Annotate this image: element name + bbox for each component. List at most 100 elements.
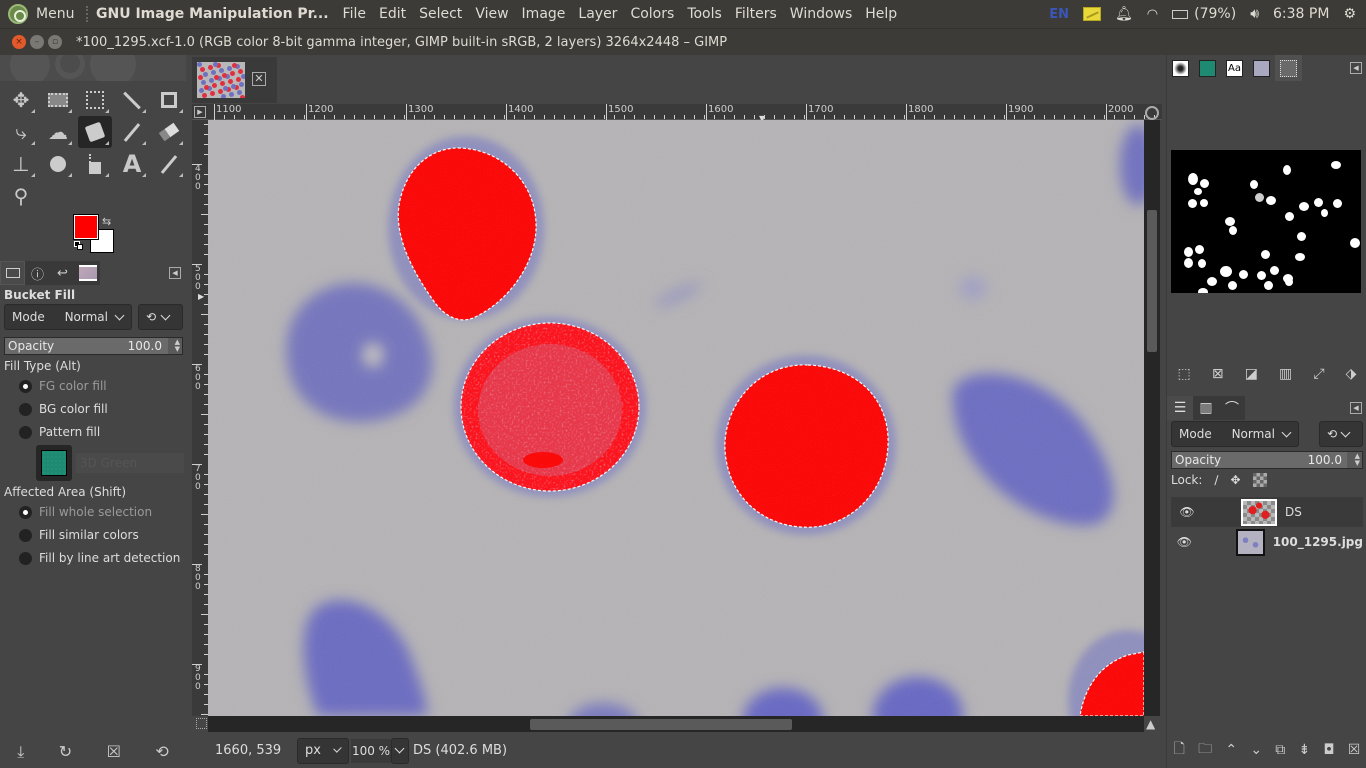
reset-mode-dropdown[interactable]: ⟲ [138, 304, 183, 330]
reset-options-icon[interactable]: ⟲ [155, 742, 168, 761]
tab-palettes[interactable] [1248, 55, 1275, 81]
tab-fonts[interactable]: Aa [1221, 55, 1248, 81]
clone-tool[interactable]: ⊥ [4, 148, 38, 180]
menu-file[interactable]: File [343, 6, 366, 22]
window-close-button[interactable]: × [12, 35, 26, 49]
merge-down-icon[interactable]: ⇟ [1299, 742, 1311, 758]
delete-layer-icon[interactable]: ☒ [1348, 742, 1361, 758]
quick-mask-toggle-icon[interactable]: ▶ [194, 106, 206, 118]
zoom-tool[interactable]: ⚲ [4, 180, 38, 212]
unified-transform-tool[interactable]: ⤷ [4, 116, 38, 148]
swap-colors-icon[interactable]: ⇆ [102, 215, 111, 228]
navigate-icon[interactable] [1145, 106, 1159, 120]
menu-layer[interactable]: Layer [578, 6, 617, 22]
rect-select-tool[interactable] [41, 84, 75, 116]
select-none-icon[interactable]: ⊠ [1212, 366, 1224, 382]
unit-dropdown[interactable]: px [297, 737, 349, 764]
default-colors-icon[interactable] [74, 241, 84, 251]
lock-pixels-icon[interactable]: ∕ [1214, 473, 1218, 487]
select-all-icon[interactable]: ⬚ [1178, 366, 1191, 382]
visibility-eye-icon[interactable]: 👁︎ [1175, 535, 1194, 549]
smudge-tool[interactable] [41, 148, 75, 180]
radio-fill-similar-colors[interactable]: Fill similar colors [19, 528, 139, 542]
menu-image[interactable]: Image [522, 6, 566, 22]
tab-channels[interactable]: ▥ [1193, 396, 1219, 420]
radio-fg-color-fill[interactable]: FG color fill [19, 379, 107, 393]
foreground-select-tool[interactable] [78, 84, 112, 116]
menu-help[interactable]: Help [865, 6, 897, 22]
menu-view[interactable]: View [475, 6, 508, 22]
vertical-scrollbar[interactable] [1144, 120, 1160, 716]
settings-gear-icon[interactable]: ⚙ [1343, 6, 1356, 22]
foreground-color-swatch[interactable] [73, 214, 99, 240]
paintbrush-tool[interactable] [115, 116, 149, 148]
menu-select[interactable]: Select [419, 6, 462, 22]
wifi-icon[interactable]: ◠ [1147, 7, 1158, 22]
tab-navigation[interactable] [1275, 55, 1302, 81]
stroke-selection-icon[interactable]: ⬗ [1346, 366, 1357, 382]
crop-tool[interactable] [152, 84, 186, 116]
restore-options-icon[interactable]: ↻ [59, 742, 72, 761]
horizontal-scrollbar-thumb[interactable] [530, 719, 792, 730]
vertical-scrollbar-thumb[interactable] [1147, 210, 1157, 352]
battery-icon[interactable] [1172, 9, 1189, 19]
system-menu-button[interactable]: Menu [0, 4, 82, 24]
notification-bell-icon[interactable]: 🔔︎ [1115, 6, 1133, 22]
dock-menu-button[interactable]: ◀ [169, 267, 181, 279]
layer-opacity-slider[interactable]: Opacity 100.0 ▲ ▼ [1171, 451, 1363, 469]
raise-layer-icon[interactable]: ⌃ [1225, 742, 1237, 758]
menu-colors[interactable]: Colors [630, 6, 674, 22]
horizontal-ruler[interactable]: ▶ 1100 1200 1300 1400 1500 1600 1700 180… [192, 104, 1162, 123]
tab-patterns[interactable] [1194, 55, 1221, 81]
radio-pattern-fill[interactable]: Pattern fill [19, 425, 100, 439]
radio-fill-line-art[interactable]: Fill by line art detection [19, 551, 180, 565]
menu-tools[interactable]: Tools [687, 6, 722, 22]
save-options-icon[interactable]: ⤓ [17, 742, 24, 762]
new-layer-group-icon[interactable]: 🗀︎ [1198, 738, 1212, 762]
eraser-tool[interactable] [152, 116, 186, 148]
zoom-level-field[interactable]: 100 % [351, 738, 391, 763]
tab-tool-options[interactable] [0, 261, 25, 285]
tab-images[interactable] [75, 261, 100, 285]
clock[interactable]: 6:38 PM [1273, 6, 1329, 22]
menu-edit[interactable]: Edit [379, 6, 406, 22]
layer-row-ds[interactable]: 👁︎ DS [1171, 497, 1363, 527]
zoom-dropdown-button[interactable] [391, 737, 409, 764]
close-image-icon[interactable]: ✕ [252, 72, 266, 86]
opacity-slider[interactable]: Opacity 100.0 ▲ ▼ [4, 337, 183, 355]
dock-menu-button[interactable]: ◀ [1350, 62, 1362, 74]
layer-composite-dropdown[interactable]: ⟲ [1319, 421, 1363, 447]
color-picker-tool[interactable] [152, 148, 186, 180]
delete-options-icon[interactable]: ☒ [107, 742, 121, 761]
radio-bg-color-fill[interactable]: BG color fill [19, 402, 108, 416]
pattern-swatch-button[interactable] [36, 445, 72, 481]
tab-brushes[interactable] [1167, 55, 1194, 81]
bucket-fill-tool[interactable] [78, 116, 112, 148]
vertical-ruler[interactable]: 400 500 600 700 800 900 ▶ [192, 120, 208, 716]
tab-layers[interactable]: ☰ [1167, 396, 1193, 420]
window-maximize-button[interactable]: ▫ [48, 35, 62, 49]
text-tool[interactable]: A [115, 148, 149, 180]
navigation-preview[interactable] [1171, 150, 1361, 293]
warp-transform-tool[interactable]: ☁ [41, 116, 75, 148]
sticky-note-icon[interactable] [1083, 7, 1102, 21]
quick-mask-icon[interactable] [196, 718, 207, 729]
navigation-arrow-icon[interactable]: ▲ [1146, 717, 1155, 731]
volume-icon[interactable]: 🔊︎ [1250, 6, 1259, 22]
tab-undo-history[interactable]: ↩ [50, 261, 75, 285]
horizontal-scrollbar[interactable] [208, 716, 1144, 732]
lock-alpha-icon[interactable] [1252, 473, 1267, 487]
dock-menu-button[interactable]: ◀ [1350, 402, 1362, 414]
image-canvas[interactable] [208, 120, 1144, 716]
duplicate-layer-icon[interactable]: ⧉ [1275, 742, 1285, 758]
tab-device-status[interactable]: ⓘ [25, 261, 50, 285]
lock-position-icon[interactable]: ✥ [1230, 473, 1240, 487]
fuzzy-select-tool[interactable] [115, 84, 149, 116]
radio-fill-whole-selection[interactable]: Fill whole selection [19, 505, 152, 519]
tab-paths[interactable]: ⌒ [1219, 396, 1245, 420]
keyboard-layout-indicator[interactable]: EN [1049, 7, 1069, 22]
add-mask-icon[interactable]: ◘ [1323, 742, 1334, 758]
save-to-channel-icon[interactable]: ▥ [1279, 366, 1292, 382]
layer-row-100-1295[interactable]: 👁︎ 100_1295.jpg [1171, 527, 1363, 557]
invert-selection-icon[interactable]: ◪ [1245, 366, 1258, 382]
